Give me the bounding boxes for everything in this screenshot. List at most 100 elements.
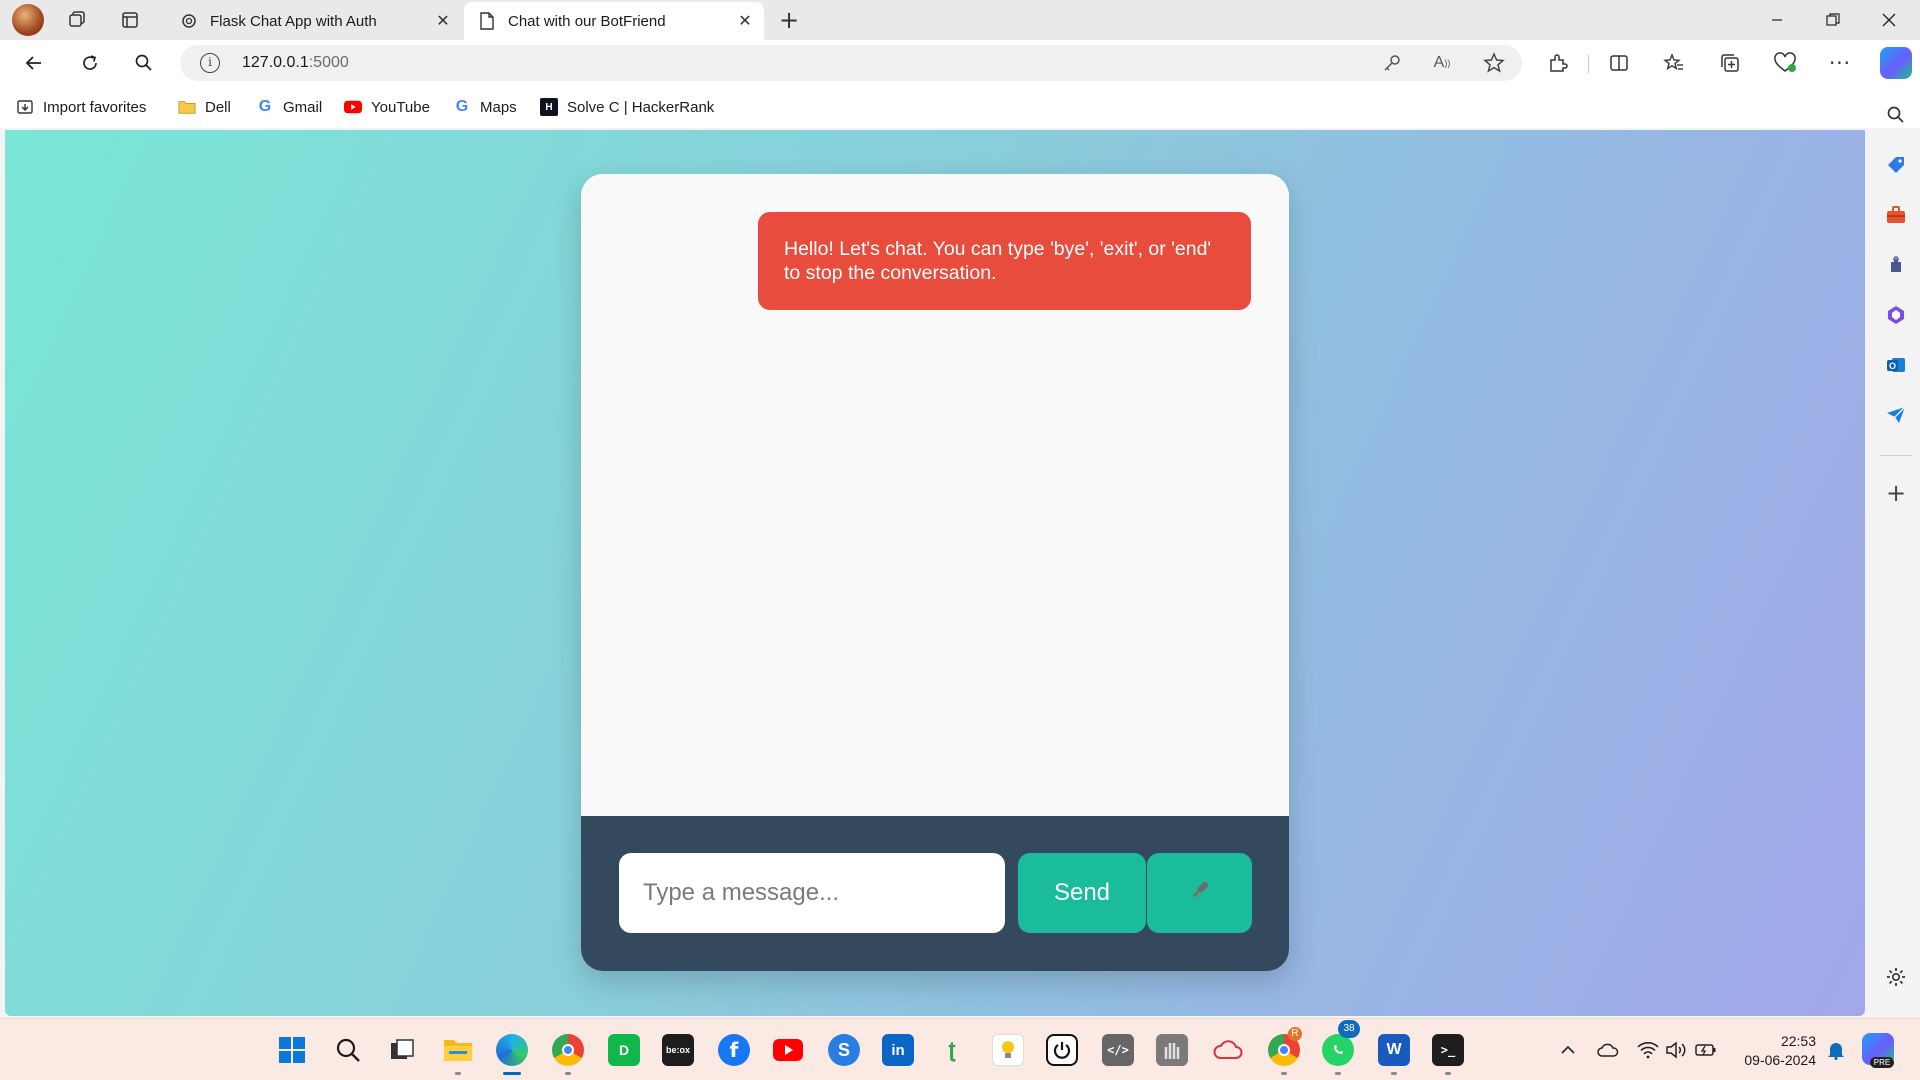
chat-input-area: Send [581, 816, 1289, 971]
tab-flask-chat[interactable]: Flask Chat App with Auth ✕ [166, 2, 462, 40]
browser-essentials-icon[interactable] [1771, 49, 1799, 77]
bookmark-label: YouTube [371, 98, 430, 116]
chevron-up-icon[interactable] [1556, 1038, 1580, 1062]
taskbar-running-indicator [1335, 1072, 1341, 1075]
battery-icon[interactable] [1694, 1038, 1718, 1062]
microsoft-365-icon[interactable] [1882, 301, 1910, 329]
wifi-icon[interactable] [1636, 1038, 1660, 1062]
bookmark-label: Import favorites [43, 98, 147, 116]
tally-app-icon[interactable]: ʈ [936, 1034, 968, 1066]
code-app-icon[interactable]: </> [1102, 1034, 1134, 1066]
settings-gear-icon[interactable] [1882, 963, 1910, 991]
page-icon [478, 12, 496, 30]
cloud-app-icon[interactable] [1212, 1034, 1244, 1066]
edge-sidebar: O + [1872, 106, 1920, 1016]
bookmark-gmail[interactable]: G Gmail [256, 97, 322, 117]
taskbar-search-icon[interactable] [332, 1034, 364, 1066]
bookmark-hackerrank[interactable]: H Solve C | HackerRank [540, 97, 714, 117]
tab-botfriend[interactable]: Chat with our BotFriend ✕ [464, 2, 764, 40]
chrome-profile-badge: R [1288, 1027, 1302, 1041]
send-button[interactable]: Send [1018, 853, 1146, 933]
collections-icon[interactable] [1716, 49, 1744, 77]
close-tab-icon[interactable]: ✕ [428, 6, 458, 36]
linkedin-icon[interactable]: in [882, 1034, 914, 1066]
facebook-icon[interactable]: f [718, 1034, 750, 1066]
taskbar-running-indicator [1281, 1072, 1287, 1075]
add-sidebar-app-icon[interactable]: + [1882, 479, 1910, 507]
key-icon[interactable] [1380, 51, 1404, 75]
search-icon[interactable] [128, 47, 160, 79]
extensions-icon[interactable] [1544, 49, 1572, 77]
volume-icon[interactable] [1664, 1038, 1688, 1062]
chat-messages: Hello! Let's chat. You can type 'bye', '… [581, 174, 1289, 816]
word-icon[interactable]: W [1378, 1034, 1410, 1066]
close-tab-icon[interactable]: ✕ [730, 6, 760, 36]
taskbar-clock[interactable]: 22:53 09-06-2024 [1736, 1032, 1816, 1070]
tools-icon[interactable] [1882, 201, 1910, 229]
hand-app-icon[interactable] [1156, 1034, 1188, 1066]
bookmark-maps[interactable]: G Maps [453, 97, 517, 117]
youtube-icon [344, 98, 362, 116]
browser-toolbar: i 127.0.0.1:5000 A)) ··· [0, 40, 1920, 86]
drop-send-icon[interactable] [1882, 401, 1910, 429]
bookmark-import-favorites[interactable]: Import favorites [16, 97, 146, 117]
google-icon: G [455, 98, 469, 115]
new-tab-button[interactable]: + [774, 5, 804, 35]
chrome-icon[interactable] [552, 1034, 584, 1066]
close-window-button[interactable] [1866, 0, 1912, 40]
favorites-bar: Import favorites Dell G Gmail YouTube G … [0, 86, 1920, 128]
bookmark-dell[interactable]: Dell [178, 97, 231, 117]
task-view-icon[interactable] [386, 1034, 418, 1066]
onedrive-icon[interactable] [1596, 1038, 1620, 1062]
taskbar-running-indicator [455, 1072, 461, 1075]
profile-avatar[interactable] [12, 4, 44, 36]
favorite-star-icon[interactable] [1482, 51, 1506, 75]
workspaces-icon[interactable] [63, 6, 91, 34]
search-icon[interactable] [1882, 101, 1910, 129]
folder-icon [178, 98, 196, 116]
back-button[interactable] [18, 47, 50, 79]
taskbar-running-indicator [1445, 1072, 1451, 1075]
games-icon[interactable] [1882, 251, 1910, 279]
edge-browser-icon[interactable] [496, 1034, 528, 1066]
tab-title: Flask Chat App with Auth [210, 12, 377, 30]
bookmark-label: Dell [205, 98, 231, 116]
windows-start-icon[interactable] [276, 1034, 308, 1066]
copilot-icon[interactable] [1880, 47, 1912, 79]
s-app-icon[interactable]: S [828, 1034, 860, 1066]
dropbox-d-app-icon[interactable]: D [608, 1034, 640, 1066]
windows-taskbar: D be:ox f S in ʈ </> R 38 W >_ 22:53 09-… [0, 1018, 1920, 1080]
refresh-button[interactable] [74, 47, 106, 79]
lightbulb-app-icon[interactable] [992, 1034, 1024, 1066]
whatsapp-unread-badge: 38 [1338, 1020, 1360, 1038]
read-aloud-icon[interactable]: A)) [1430, 51, 1454, 75]
restore-button[interactable] [1810, 0, 1856, 40]
more-options-icon[interactable]: ··· [1826, 49, 1854, 77]
page-viewport: Hello! Let's chat. You can type 'bye', '… [5, 130, 1865, 1016]
betox-app-icon[interactable]: be:ox [662, 1034, 694, 1066]
toolbar-divider [1588, 55, 1589, 73]
split-screen-icon[interactable] [1605, 49, 1633, 77]
power-app-icon[interactable] [1046, 1034, 1078, 1066]
favorites-icon[interactable] [1660, 49, 1688, 77]
outlook-icon[interactable]: O [1882, 351, 1910, 379]
message-input[interactable] [619, 853, 1005, 933]
youtube-icon[interactable] [772, 1034, 804, 1066]
address-bar[interactable]: i 127.0.0.1:5000 A)) [180, 45, 1522, 81]
shopping-tag-icon[interactable] [1882, 151, 1910, 179]
site-info-icon[interactable]: i [200, 53, 220, 73]
file-explorer-icon[interactable] [442, 1034, 474, 1066]
minimize-button[interactable] [1754, 0, 1800, 40]
microphone-icon [1187, 877, 1213, 910]
terminal-icon[interactable]: >_ [1432, 1034, 1464, 1066]
tab-actions-icon[interactable] [116, 6, 144, 34]
notification-bell-icon[interactable] [1824, 1038, 1848, 1062]
bookmark-youtube[interactable]: YouTube [344, 97, 430, 117]
clock-time: 22:53 [1780, 1033, 1816, 1049]
bookmark-label: Solve C | HackerRank [567, 98, 715, 116]
microphone-button[interactable] [1147, 853, 1252, 933]
whatsapp-icon[interactable] [1322, 1034, 1354, 1066]
bookmark-label: Gmail [283, 98, 323, 116]
browser-title-bar: Flask Chat App with Auth ✕ Chat with our… [0, 0, 1920, 40]
svg-text:O: O [1889, 361, 1896, 371]
